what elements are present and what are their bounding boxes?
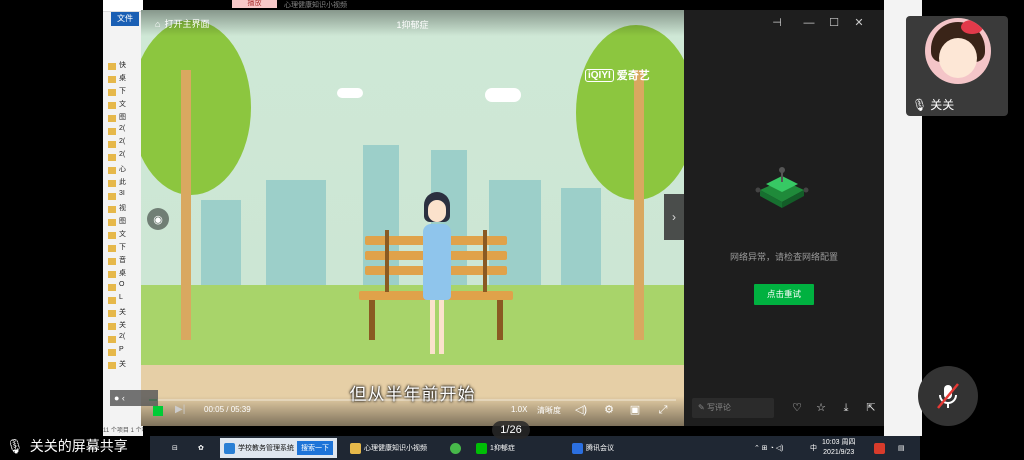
taskbar-item-folder[interactable]: 心理健康知识小视频 bbox=[346, 438, 431, 458]
taskbar-item-browser[interactable]: 学校教务管理系统 搜索一下 bbox=[220, 438, 337, 458]
volume-icon[interactable]: ◁) bbox=[573, 402, 589, 418]
bg-window-tab[interactable]: 播放 bbox=[232, 0, 277, 8]
iqiyi-watermark: iQIYI 爱奇艺 bbox=[585, 67, 650, 83]
iqiyi-logo-icon: iQIYI bbox=[585, 68, 614, 82]
tree-item[interactable]: 此 bbox=[103, 177, 143, 190]
screenshot-camera-icon[interactable]: ◉ bbox=[147, 208, 169, 230]
speed-button[interactable]: 1.0X bbox=[511, 405, 527, 414]
tree-item[interactable]: 2( bbox=[103, 138, 143, 151]
tree-item[interactable]: 文 bbox=[103, 229, 143, 242]
muted-microphone-icon bbox=[937, 383, 959, 409]
video-player-window: ⌂ 打开主界面 1抑郁症 iQIYI 爱奇艺 ◉ › 但从半年前开始 ▶| 00… bbox=[141, 10, 884, 426]
tree-item[interactable]: 心 bbox=[103, 164, 143, 177]
explorer-status: 11 个项目 1 个项目 296 MB bbox=[103, 428, 143, 434]
avatar bbox=[925, 18, 991, 84]
time-display: 00:05 / 05:39 bbox=[204, 405, 251, 414]
video-area[interactable]: ⌂ 打开主界面 1抑郁症 iQIYI 爱奇艺 ◉ › 但从半年前开始 ▶| 00… bbox=[141, 10, 684, 426]
folder-tree: 快桌下文图 2(2(2(心此 3I 视图文下音桌 O L 关关 2(P 关 bbox=[103, 60, 143, 372]
like-icon[interactable]: ♡ bbox=[790, 401, 804, 415]
participant-name: 🎙 关关 bbox=[912, 97, 955, 113]
player-controls: ▶| 00:05 / 05:39 1.0X 清晰度 ◁) ⚙ ▣ ⤢ bbox=[141, 396, 684, 426]
network-error-illustration bbox=[755, 167, 809, 208]
file-tab[interactable]: 文件 bbox=[111, 12, 139, 26]
progress-bar[interactable] bbox=[149, 399, 676, 401]
side-panel: ⊣ — ☐ ✕ 网络异常，请检查网络配置 点击重试 ✎ 写评论 ♡ ☆ ⤓ ⇱ bbox=[684, 10, 884, 426]
share-icon[interactable]: ⇱ bbox=[864, 401, 878, 415]
taskbar-item-iqiyi[interactable]: 1抑郁症 bbox=[472, 438, 519, 458]
mute-button[interactable] bbox=[918, 366, 978, 426]
clock[interactable]: 10:03 周四 2021/9/23 bbox=[822, 438, 855, 458]
tree-item[interactable]: 关 bbox=[103, 307, 143, 320]
tree-item[interactable]: 音 bbox=[103, 255, 143, 268]
network-error-text: 网络异常，请检查网络配置 bbox=[729, 252, 838, 262]
tray-icons[interactable]: ⌃ ⊞ ◔ ◁) bbox=[750, 438, 788, 458]
play-pause-button[interactable] bbox=[153, 406, 163, 416]
quality-button[interactable]: 清晰度 bbox=[537, 405, 561, 416]
tree-item[interactable]: L bbox=[103, 294, 143, 307]
microphone-icon: 🎙 bbox=[912, 97, 928, 112]
action-center-icon[interactable]: ▤ bbox=[894, 438, 909, 458]
tree-item[interactable]: 文 bbox=[103, 99, 143, 112]
settings-icon[interactable]: ⚙ bbox=[601, 402, 617, 418]
chevron-right-icon[interactable]: › bbox=[664, 194, 684, 240]
tree-item[interactable]: 2( bbox=[103, 125, 143, 138]
app-icon bbox=[450, 442, 461, 454]
microphone-icon: 🎙 bbox=[6, 437, 24, 454]
tree-item[interactable]: 图 bbox=[103, 216, 143, 229]
tree-item[interactable]: 图 bbox=[103, 112, 143, 125]
pin-icon[interactable]: ⊣ bbox=[770, 16, 784, 30]
fullscreen-icon[interactable]: ⤢ bbox=[655, 402, 671, 418]
tree-item[interactable]: 2( bbox=[103, 151, 143, 164]
notification-badge-icon[interactable] bbox=[870, 438, 889, 458]
favorite-icon[interactable]: ☆ bbox=[814, 401, 828, 415]
taskbar-item-tencent-meeting[interactable]: 腾讯会议 bbox=[568, 438, 618, 458]
tencent-meeting-icon bbox=[572, 442, 583, 454]
screen-share-label: 🎙 关关的屏幕共享 bbox=[6, 437, 128, 455]
tree-item[interactable]: 桌 bbox=[103, 73, 143, 86]
maximize-icon[interactable]: ☐ bbox=[827, 16, 841, 30]
download-icon[interactable]: ⤓ bbox=[839, 401, 853, 415]
tree-item[interactable]: 下 bbox=[103, 242, 143, 255]
participant-tile[interactable]: 🎙 关关 bbox=[906, 16, 1008, 116]
app-pinned-icon[interactable]: ✿ bbox=[194, 438, 208, 458]
retry-button[interactable]: 点击重试 bbox=[754, 284, 814, 305]
comment-input[interactable]: ✎ 写评论 bbox=[692, 398, 774, 418]
tree-item[interactable]: 关 bbox=[103, 320, 143, 333]
page-indicator: 1/26 bbox=[492, 421, 530, 439]
tree-item[interactable]: 2( bbox=[103, 333, 143, 346]
tree-item[interactable]: 视 bbox=[103, 203, 143, 216]
minimize-icon[interactable]: — bbox=[802, 16, 816, 30]
video-title: 1抑郁症 bbox=[396, 20, 429, 30]
tree-item[interactable]: P bbox=[103, 346, 143, 359]
pen-icon: ✎ bbox=[698, 403, 707, 412]
tree-item[interactable]: 3I bbox=[103, 190, 143, 203]
close-icon[interactable]: ✕ bbox=[852, 16, 866, 30]
bg-window-path: 心理健康知识小视频 bbox=[284, 2, 347, 9]
windows-taskbar: ⊟ ✿ 学校教务管理系统 搜索一下 心理健康知识小视频 1抑郁症 腾讯会议 ⌃ … bbox=[150, 436, 920, 460]
pip-icon[interactable]: ▣ bbox=[627, 402, 643, 418]
next-icon[interactable]: ▶| bbox=[175, 404, 185, 415]
tree-item[interactable]: 关 bbox=[103, 359, 143, 372]
iqiyi-icon bbox=[476, 442, 487, 454]
tree-item[interactable]: O bbox=[103, 281, 143, 294]
taskbar-item-app[interactable] bbox=[446, 438, 465, 458]
search-button[interactable]: 搜索一下 bbox=[297, 441, 333, 455]
tree-item[interactable]: 下 bbox=[103, 86, 143, 99]
tree-item[interactable]: 桌 bbox=[103, 268, 143, 281]
collapsed-toolbar-button[interactable]: ● ‹ bbox=[110, 390, 158, 406]
ime-indicator[interactable]: 中 bbox=[806, 438, 821, 458]
tree-item[interactable]: 快 bbox=[103, 60, 143, 73]
folder-icon bbox=[350, 442, 361, 454]
task-view-icon[interactable]: ⊟ bbox=[168, 438, 182, 458]
explorer-window: 文件 快桌下文图 2(2(2(心此 3I 视图文下音桌 O L 关关 2(P 关 11 个项目 … bbox=[103, 0, 143, 436]
ie-icon bbox=[224, 442, 235, 454]
